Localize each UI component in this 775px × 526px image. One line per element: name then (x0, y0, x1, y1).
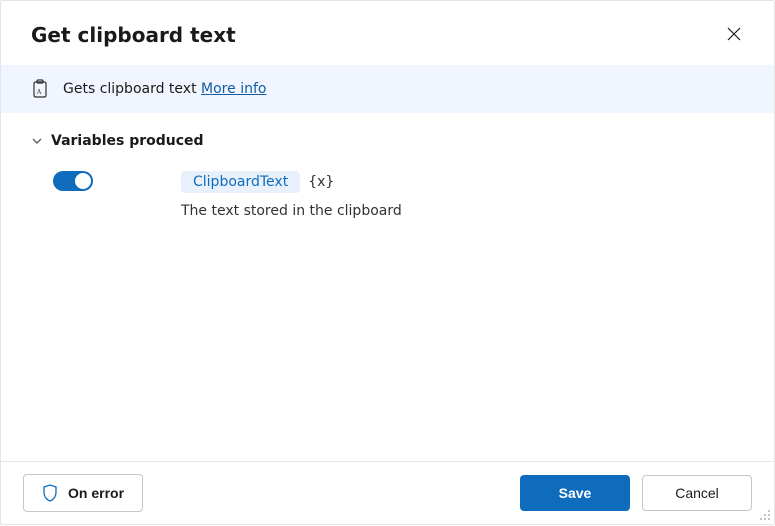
variable-description: The text stored in the clipboard (181, 203, 744, 219)
dialog-header: Get clipboard text (1, 1, 774, 65)
on-error-label: On error (68, 485, 124, 501)
close-icon (727, 27, 741, 44)
resize-grip-icon[interactable] (758, 508, 772, 522)
banner-text: Gets clipboard text (63, 81, 197, 97)
shield-icon (42, 485, 58, 501)
dialog-title: Get clipboard text (31, 23, 236, 47)
variable-braces-icon: {x} (308, 174, 334, 190)
chevron-down-icon (31, 135, 43, 147)
svg-text:A: A (37, 88, 42, 96)
save-button[interactable]: Save (520, 475, 630, 511)
dialog: Get clipboard text A Gets clipboard text… (0, 0, 775, 525)
section-title: Variables produced (51, 133, 204, 149)
toggle-knob (75, 173, 91, 189)
info-banner: A Gets clipboard text More info (1, 65, 774, 113)
variable-row: ClipboardText {x} The text stored in the… (31, 171, 744, 219)
clipboard-icon: A (31, 79, 49, 99)
variable-name-chip[interactable]: ClipboardText (181, 171, 300, 193)
on-error-button[interactable]: On error (23, 474, 143, 512)
more-info-link[interactable]: More info (201, 81, 266, 97)
dialog-footer: On error Save Cancel (1, 461, 774, 524)
dialog-body: Variables produced ClipboardText {x} The… (1, 113, 774, 461)
cancel-button[interactable]: Cancel (642, 475, 752, 511)
variable-enable-toggle[interactable] (53, 171, 93, 191)
close-button[interactable] (718, 19, 750, 51)
variables-section-toggle[interactable]: Variables produced (31, 133, 744, 149)
info-banner-text: Gets clipboard text More info (63, 81, 266, 97)
